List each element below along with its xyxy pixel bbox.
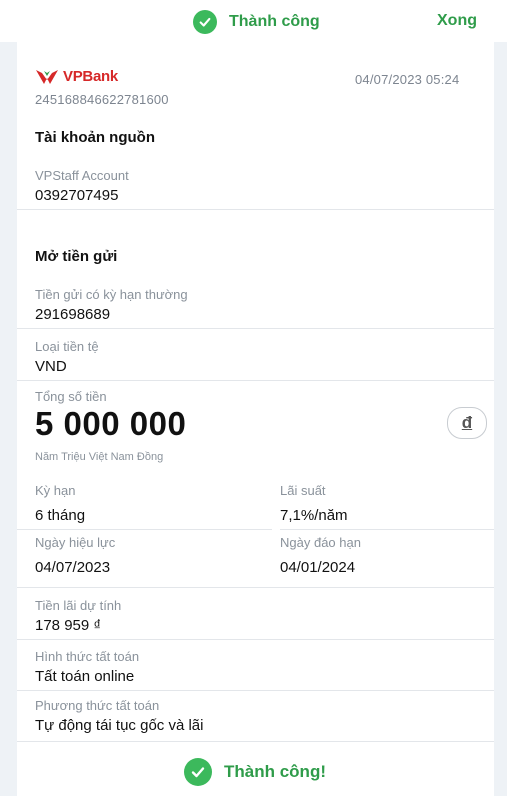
settlement-method-label: Phương thức tất toán	[35, 698, 160, 713]
dong-icon: đ	[461, 413, 473, 432]
currency-badge: đ	[447, 407, 487, 439]
source-account-name: VPStaff Account	[35, 168, 129, 183]
top-bar: Thành công Xong	[0, 0, 507, 42]
effective-date-label: Ngày hiệu lực	[35, 535, 116, 550]
transaction-id: 245168846622781600	[35, 92, 169, 107]
settlement-method-value: Tự động tái tục gốc và lãi	[35, 717, 204, 734]
interest-rate-value: 7,1%/năm	[280, 507, 348, 524]
divider	[17, 741, 494, 742]
maturity-date-value: 04/01/2024	[280, 559, 356, 576]
source-account-number: 0392707495	[35, 187, 119, 204]
success-status: Thành công	[193, 9, 320, 35]
transaction-datetime: 04/07/2023 05:24	[355, 72, 460, 87]
currency-label: Loại tiền tệ	[35, 339, 99, 354]
source-account-title: Tài khoản nguồn	[35, 129, 155, 146]
interest-rate-label: Lãi suất	[280, 483, 326, 498]
vpbank-logo: VPBank	[35, 68, 118, 85]
currency-value: VND	[35, 358, 67, 375]
divider	[17, 639, 494, 640]
divider	[17, 209, 494, 210]
expected-interest-value: 178 959 ₫	[35, 617, 102, 634]
divider	[17, 328, 494, 329]
divider	[17, 529, 272, 530]
settlement-form-label: Hình thức tất toán	[35, 649, 140, 664]
total-amount: 5 000 000	[35, 405, 187, 442]
divider	[280, 529, 494, 530]
transaction-receipt: VPBank 04/07/2023 05:24 2451688466227816…	[17, 42, 494, 796]
divider	[17, 690, 494, 691]
total-amount-label: Tổng số tiền	[35, 389, 107, 404]
success-status-label: Thành công	[229, 13, 320, 30]
settlement-form-value: Tất toán online	[35, 668, 135, 685]
footer-success-status: Thành công!	[184, 758, 326, 786]
check-circle-icon	[193, 10, 217, 34]
term-value: 6 tháng	[35, 507, 86, 524]
deposit-section-title: Mở tiền gửi	[35, 248, 118, 265]
amount-in-words: Năm Triệu Việt Nam Đồng	[35, 451, 164, 463]
maturity-date-label: Ngày đáo hạn	[280, 535, 361, 550]
divider	[17, 587, 494, 588]
footer-success-label: Thành công!	[224, 762, 326, 781]
effective-date-value: 04/07/2023	[35, 559, 111, 576]
check-circle-icon	[184, 758, 212, 786]
term-label: Kỳ hạn	[35, 483, 76, 498]
expected-interest-label: Tiền lãi dự tính	[35, 598, 122, 613]
done-button[interactable]: Xong	[437, 12, 477, 30]
vpbank-logo-icon	[36, 69, 58, 84]
divider	[17, 380, 494, 381]
product-label: Tiền gửi có kỳ hạn thường	[35, 287, 188, 302]
right-margin	[494, 42, 507, 796]
left-margin	[0, 42, 17, 796]
brand-name: VPBank	[63, 68, 118, 85]
product-value: 291698689	[35, 306, 111, 323]
